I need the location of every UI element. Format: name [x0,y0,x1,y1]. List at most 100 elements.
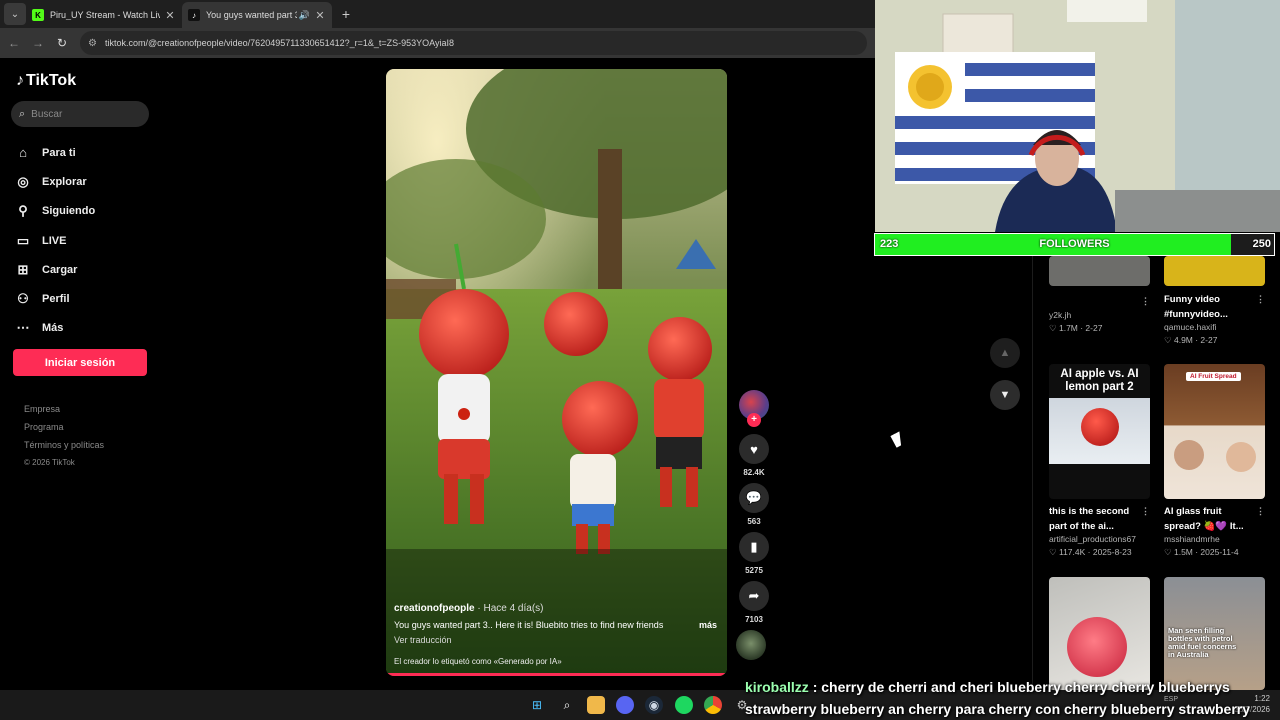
copyright: © 2026 TikTok [24,458,75,467]
new-tab-button[interactable]: + [336,6,356,22]
video-card[interactable]: AI apple vs. AI lemon part 2 this is the… [1049,364,1150,558]
comment-icon[interactable]: 💬 [739,483,769,513]
chevron-up-icon[interactable]: ▲ [990,338,1020,368]
comment-count: 563 [747,517,761,526]
tab-search-button[interactable]: ⌄ [4,3,26,25]
card-username[interactable]: y2k.jh [1049,310,1150,323]
login-button[interactable]: Iniciar sesión [13,349,147,376]
card-stats: ♡ 1.5M · 2025-11-4 [1164,547,1239,557]
tab-tiktok[interactable]: ♪ You guys wanted part 3.. He 🔊 ✕ [182,2,332,28]
sidebar-item-live[interactable]: ▭ LIVE [14,226,95,255]
browser-toolbar: ← → ↻ ⚙ tiktok.com/@creationofpeople/vid… [0,28,875,58]
reload-icon[interactable]: ↻ [50,36,74,50]
share-count: 7103 [745,615,763,624]
more-options-icon[interactable]: ⋮ [1141,504,1150,534]
footer-link-programa[interactable]: Programa [24,422,104,440]
creator-avatar-wrap: + [736,390,772,434]
video-card[interactable] [1049,577,1150,690]
search-placeholder: Buscar [31,108,63,120]
more-button[interactable]: más [699,620,717,630]
video-card[interactable]: AI Fruit Spread AI glass fruit spread? 🍓… [1164,364,1265,558]
translate-link[interactable]: Ver traducción [394,635,717,645]
video-card[interactable]: Funny video #funnyvideo... ⋮ qamuce.haxif… [1164,256,1265,346]
sidebar-item-cargar[interactable]: ⊞ Cargar [14,255,95,284]
footer-link-empresa[interactable]: Empresa [24,404,104,422]
webcam-overlay [875,0,1280,232]
thumbnail-caption: Man seen filling bottles with petrol ami… [1168,626,1237,659]
music-disc-icon[interactable] [736,630,766,660]
sidebar-item-label: Perfil [42,293,70,306]
card-username[interactable]: qamuce.haxifi [1164,322,1265,335]
save-action: ▮ 5275 [736,532,772,575]
close-tab-icon[interactable]: ✕ [314,9,326,22]
card-stats: ♡ 117.4K · 2025-8-23 [1049,547,1132,557]
video-thumbnail[interactable] [1049,256,1150,286]
like-count: 82.4K [743,468,765,477]
card-stats: ♡ 4.9M · 2-27 [1164,335,1218,345]
sidebar-item-label: LIVE [42,234,67,247]
video-frame-image [386,69,727,676]
video-card-title: Funny video #funnyvideo... ⋮ [1164,292,1265,322]
caption-text: You guys wanted part 3.. Here it is! Blu… [394,620,664,630]
search-input[interactable]: ⌕ Buscar [11,101,149,127]
video-progress-bar[interactable] [386,673,727,676]
site-info-icon[interactable]: ⚙ [88,38,97,49]
video-card[interactable]: ⋮ y2k.jh ♡ 1.7M · 2-27 [1049,256,1150,334]
sidebar-item-perfil[interactable]: ⚇ Perfil [14,284,95,313]
video-thumbnail[interactable]: AI Fruit Spread [1164,364,1265,499]
folder-icon[interactable] [587,696,605,714]
feed-scroll-controls: ▲ ▼ [990,338,1020,422]
video-thumbnail[interactable] [1049,577,1150,690]
chat-text: : cherry de cherri and cheri blueberry c… [745,679,1251,717]
live-tv-icon: ▭ [16,232,30,248]
more-options-icon[interactable]: ⋮ [1141,294,1150,310]
close-tab-icon[interactable]: ✕ [164,9,176,22]
sidebar-item-label: Más [42,322,64,335]
forward-icon[interactable]: → [26,36,50,50]
sidebar-item-para-ti[interactable]: ⌂ Para ti [14,138,95,167]
windows-start-icon[interactable]: ⊞ [528,696,546,714]
sidebar-nav: ⌂ Para ti ◎ Explorar ⚲ Siguiendo ▭ LIVE ⊞ Car… [14,138,96,343]
back-icon[interactable]: ← [2,36,26,50]
video-thumbnail[interactable] [1164,256,1265,286]
card-username[interactable]: artificial_productions67 [1049,534,1150,547]
video-thumbnail[interactable]: AI apple vs. AI lemon part 2 [1049,364,1150,499]
more-options-icon[interactable]: ⋮ [1256,292,1265,322]
sidebar-item-label: Para ti [42,146,76,159]
tab-kick[interactable]: K Piru_UY Stream - Watch Live on ✕ [26,2,182,28]
spotify-icon[interactable] [675,696,693,714]
footer-link-terminos[interactable]: Términos y políticas [24,440,104,458]
video-card-title: ⋮ [1049,294,1150,310]
chrome-icon[interactable] [704,696,722,714]
share-icon[interactable]: ➦ [739,581,769,611]
person-icon: ⚇ [17,291,29,307]
kick-icon: K [32,9,44,21]
ai-generated-label: El creador lo etiquetó como «Generado po… [394,657,562,666]
discord-icon[interactable] [616,696,634,714]
address-bar[interactable]: ⚙ tiktok.com/@creationofpeople/video/762… [80,31,867,55]
card-stats: ♡ 1.7M · 2-27 [1049,323,1103,333]
card-title-text: Funny video #funnyvideo... [1164,294,1228,320]
video-thumbnail[interactable]: Man seen filling bottles with petrol ami… [1164,577,1265,690]
compass-icon: ◎ [17,173,29,189]
tab-title: Piru_UY Stream - Watch Live on [50,10,160,20]
like-action: ♥ 82.4K [736,434,772,477]
sidebar-item-siguiendo[interactable]: ⚲ Siguiendo [14,197,95,226]
followers-label: FOLLOWERS [1039,238,1110,250]
bookmark-icon[interactable]: ▮ [739,532,769,562]
more-options-icon[interactable]: ⋮ [1256,504,1265,534]
speaker-icon[interactable]: 🔊 [299,10,310,21]
tiktok-logo[interactable]: ♪ TikTok [16,72,76,90]
tiktok-icon: ♪ [188,9,200,21]
search-icon[interactable]: ⌕ [558,696,576,714]
heart-icon[interactable]: ♥ [739,434,769,464]
sidebar-item-explorar[interactable]: ◎ Explorar [14,167,95,196]
steam-icon[interactable]: ◉ [645,696,663,714]
chevron-down-icon[interactable]: ▼ [990,380,1020,410]
sidebar-item-mas[interactable]: ⋯ Más [14,314,95,343]
follow-plus-icon[interactable]: + [747,413,761,427]
video-card[interactable]: Man seen filling bottles with petrol ami… [1164,577,1265,690]
creator-username[interactable]: creationofpeople [394,603,475,614]
card-username[interactable]: msshiandmrhe [1164,534,1265,547]
video-player[interactable]: creationofpeople · Hace 4 día(s) You guy… [386,69,727,676]
